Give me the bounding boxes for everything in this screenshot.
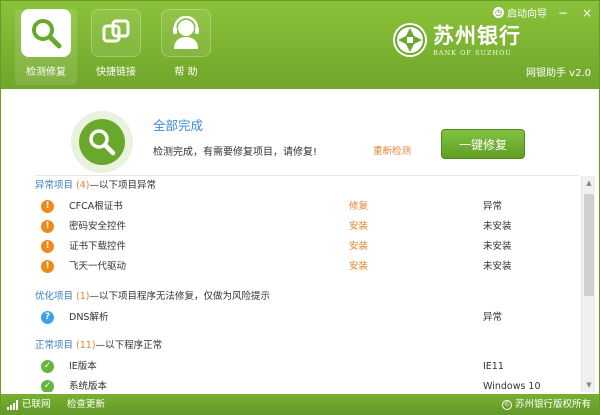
item-status: IE11 — [483, 361, 504, 372]
support-agent-icon — [161, 9, 211, 57]
nav-detect-repair[interactable]: 检测修复 — [15, 9, 77, 85]
network-status-label: 已联网 — [22, 399, 51, 410]
item-status: 未安装 — [483, 241, 512, 252]
warning-icon: ! — [41, 200, 54, 213]
nav-detect-repair-label: 检测修复 — [26, 67, 66, 78]
status-title: 全部完成 — [153, 118, 204, 133]
product-version: 网银助手 v2.0 — [526, 68, 591, 79]
warning-icon: ! — [41, 240, 54, 253]
wizard-icon: ◷ — [493, 7, 504, 18]
scroll-down-arrow-icon[interactable]: ▼ — [582, 378, 596, 392]
link-icon — [91, 9, 141, 57]
nav-help-label: 帮 助 — [174, 67, 198, 78]
section-count: (11) — [76, 340, 96, 351]
section-header-optimize: 优化项目 (1)—以下项目程序无法修复，仅做为风险提示 — [35, 287, 575, 307]
list-item: ! 密码安全控件 安装 未安装 — [35, 217, 575, 237]
item-status: 异常 — [483, 312, 503, 323]
check-icon: ✓ — [41, 380, 54, 392]
status-panel: 全部完成 检测完成，有需要修复项目，请修复! 重新检测 一键修复 — [1, 89, 599, 175]
item-name: 密码安全控件 — [69, 221, 127, 232]
section-title: 正常项目 — [35, 340, 74, 351]
section-header-abnormal: 异常项目 (4)—以下项目异常 — [35, 176, 575, 196]
section-desc: —以下程序正常 — [95, 340, 163, 351]
copyright-text: 苏州银行版权所有 — [514, 399, 591, 410]
item-name: 证书下载控件 — [69, 241, 127, 252]
repair-link[interactable]: 修复 — [349, 197, 368, 217]
magnifier-icon — [21, 9, 71, 57]
item-name: DNS解析 — [69, 312, 109, 323]
startup-wizard-link[interactable]: ◷ 启动向导 — [493, 5, 547, 20]
list-item: ✓ IE版本 IE11 — [35, 357, 575, 377]
section-count: (4) — [76, 180, 90, 191]
item-name: 飞天一代驱动 — [69, 261, 127, 272]
item-status: Windows 10 — [483, 381, 541, 392]
warning-icon: ! — [41, 260, 54, 273]
item-name: 系统版本 — [69, 381, 108, 392]
one-click-repair-button[interactable]: 一键修复 — [441, 129, 525, 159]
bank-name-en: BANK OF SUZHOU — [433, 48, 512, 57]
copyright-icon: © — [501, 399, 512, 410]
status-bar: 已联网 检查更新 © 苏州银行版权所有 — [1, 394, 599, 414]
question-icon: ? — [41, 311, 54, 324]
check-update-link[interactable]: 检查更新 — [67, 394, 105, 414]
item-status: 异常 — [483, 201, 503, 212]
list-item: ! CFCA根证书 修复 异常 — [35, 197, 575, 217]
section-header-normal: 正常项目 (11)—以下程序正常 — [35, 336, 575, 356]
list-item: ! 飞天一代驱动 安装 未安装 — [35, 257, 575, 277]
list-item: ✓ 系统版本 Windows 10 — [35, 377, 575, 392]
nav-help[interactable]: 帮 助 — [155, 9, 217, 85]
signal-bars-icon — [7, 399, 19, 410]
bank-logo-icon — [393, 23, 427, 57]
bank-brand: 苏州银行 BANK OF SUZHOU — [393, 23, 521, 57]
section-title: 异常项目 — [35, 180, 74, 191]
scroll-thumb[interactable] — [584, 194, 594, 296]
status-message: 检测完成，有需要修复项目，请修复! — [153, 147, 318, 158]
minimize-button[interactable]: − — [555, 6, 571, 20]
list-item: ? DNS解析 异常 — [35, 308, 575, 328]
install-link[interactable]: 安装 — [349, 237, 368, 257]
window-controls: ◷ 启动向导 − × — [493, 5, 595, 20]
warning-icon: ! — [41, 220, 54, 233]
recheck-link[interactable]: 重新检测 — [373, 143, 411, 157]
list-item: ! 证书下载控件 安装 未安装 — [35, 237, 575, 257]
startup-wizard-label: 启动向导 — [507, 9, 547, 20]
section-desc: —以下项目程序无法修复，仅做为风险提示 — [89, 291, 271, 302]
bank-name-cn: 苏州银行 — [433, 22, 521, 48]
item-status: 未安装 — [483, 261, 512, 272]
scan-status-icon — [71, 111, 133, 173]
nav-quick-links[interactable]: 快捷链接 — [85, 9, 147, 85]
section-desc: —以下项目异常 — [89, 180, 157, 191]
close-button[interactable]: × — [579, 6, 595, 20]
install-link[interactable]: 安装 — [349, 257, 368, 277]
network-status: 已联网 — [7, 394, 51, 414]
header-bar: 检测修复 快捷链接 帮 助 ◷ 启动向导 − × 苏州银行 BANK OF SU… — [1, 1, 599, 89]
install-link[interactable]: 安装 — [349, 217, 368, 237]
copyright: © 苏州银行版权所有 — [501, 394, 591, 414]
nav-quick-links-label: 快捷链接 — [96, 67, 136, 78]
list-scrollbar[interactable]: ▲ ▼ — [581, 176, 595, 392]
item-status: 未安装 — [483, 221, 512, 232]
check-icon: ✓ — [41, 360, 54, 373]
app-window: 检测修复 快捷链接 帮 助 ◷ 启动向导 − × 苏州银行 BANK OF SU… — [0, 0, 600, 415]
scroll-up-arrow-icon[interactable]: ▲ — [582, 176, 596, 190]
item-name: CFCA根证书 — [69, 201, 123, 212]
check-results-list: 异常项目 (4)—以下项目异常 ! CFCA根证书 修复 异常 ! 密码安全控件… — [35, 175, 579, 392]
section-count: (1) — [76, 291, 90, 302]
section-title: 优化项目 — [35, 291, 74, 302]
item-name: IE版本 — [69, 361, 97, 372]
